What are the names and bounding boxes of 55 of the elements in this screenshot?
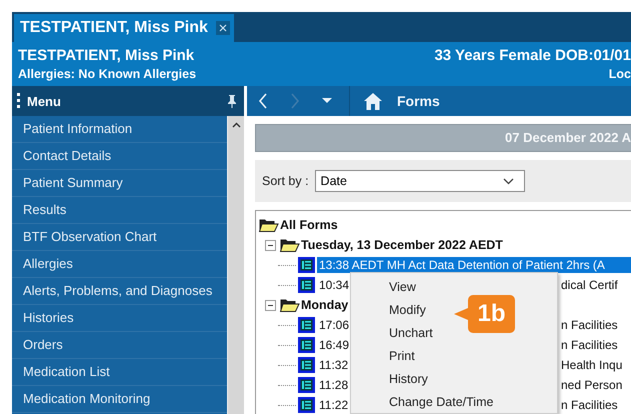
form-icon bbox=[298, 337, 315, 353]
folder-icon bbox=[280, 237, 300, 253]
form-entry[interactable]: 10:34 bbox=[317, 277, 352, 293]
form-entry[interactable]: 11:28 bbox=[317, 377, 350, 393]
form-entry-text: Health Inqu bbox=[561, 358, 622, 372]
step-callout: 1b bbox=[468, 295, 515, 333]
form-entry-text: n Facilities bbox=[561, 338, 618, 352]
page-title: Forms bbox=[397, 93, 440, 109]
form-entry[interactable]: 11:22 bbox=[317, 397, 350, 413]
context-menu-item[interactable]: View bbox=[389, 276, 416, 299]
callout-pointer-icon bbox=[454, 308, 468, 320]
form-entry[interactable]: 11:32 bbox=[317, 357, 350, 373]
folder-icon bbox=[259, 217, 279, 233]
sort-dropdown[interactable]: Date bbox=[314, 170, 525, 192]
context-menu-item[interactable]: History bbox=[389, 368, 428, 391]
grip-icon bbox=[17, 92, 21, 110]
context-menu-item[interactable]: Unchart bbox=[389, 322, 433, 345]
home-icon[interactable] bbox=[364, 92, 382, 110]
form-icon bbox=[298, 257, 315, 273]
back-icon[interactable] bbox=[258, 93, 268, 109]
form-entry-text: ned Person bbox=[561, 378, 622, 392]
collapse-toggle[interactable] bbox=[265, 240, 276, 250]
form-entry-text: n Facilities bbox=[561, 318, 618, 332]
scrollbar[interactable] bbox=[227, 116, 244, 414]
dropdown-caret-icon[interactable] bbox=[322, 98, 332, 104]
tree-folder-label[interactable]: Tuesday, 13 December 2022 AEDT bbox=[300, 238, 503, 252]
chevron-down-icon bbox=[502, 178, 514, 184]
form-icon bbox=[298, 397, 315, 413]
allergies-text: Allergies: No Known Allergies bbox=[18, 66, 196, 82]
scroll-up-icon bbox=[232, 122, 240, 128]
close-icon[interactable] bbox=[216, 21, 230, 35]
context-menu-item[interactable]: Change Date/Time bbox=[389, 391, 494, 414]
patient-name: TESTPATIENT, Miss Pink bbox=[18, 46, 194, 66]
form-icon bbox=[298, 357, 315, 373]
collapse-toggle[interactable] bbox=[265, 300, 276, 310]
form-entry[interactable]: 16:49 bbox=[317, 337, 352, 353]
menu-title: Menu bbox=[27, 94, 62, 108]
date-banner: 07 December 2022 A bbox=[255, 124, 631, 152]
form-entry[interactable]: 17:06 bbox=[317, 317, 352, 333]
patient-demographics: 33 Years Female DOB:01/01 bbox=[434, 46, 631, 66]
form-icon bbox=[298, 277, 315, 293]
form-icon bbox=[298, 377, 315, 393]
pin-icon[interactable] bbox=[228, 94, 236, 108]
folder-icon bbox=[280, 297, 300, 313]
form-entry-text: n Facilities bbox=[561, 398, 618, 412]
patient-tab[interactable]: TESTPATIENT, Miss Pink bbox=[14, 14, 234, 42]
context-menu-item[interactable]: Modify bbox=[389, 299, 426, 322]
tree-folder-label[interactable]: All Forms bbox=[279, 218, 338, 232]
form-icon bbox=[298, 317, 315, 333]
form-entry[interactable]: 13:38 AEDT MH Act Data Detention of Patient 2hrs (A bbox=[317, 257, 631, 273]
tree-folder-label[interactable]: Monday bbox=[300, 298, 348, 312]
form-entry-text: dical Certif bbox=[561, 278, 618, 292]
sort-label: Sort by : bbox=[262, 174, 309, 188]
location-text: Loc bbox=[608, 66, 631, 82]
context-menu-item[interactable]: Print bbox=[389, 345, 415, 368]
